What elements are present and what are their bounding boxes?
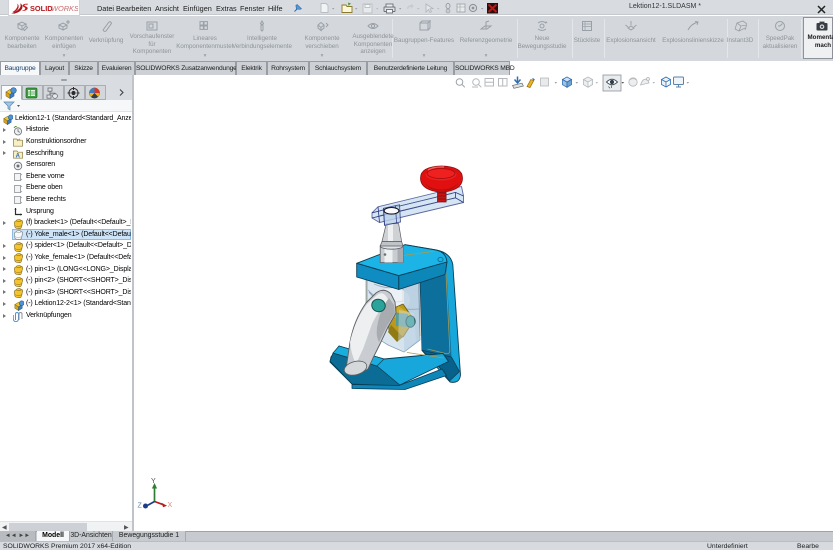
svg-text:Z: Z [138,503,143,510]
svg-text:X: X [168,502,173,509]
svg-text:Y: Y [151,478,156,485]
